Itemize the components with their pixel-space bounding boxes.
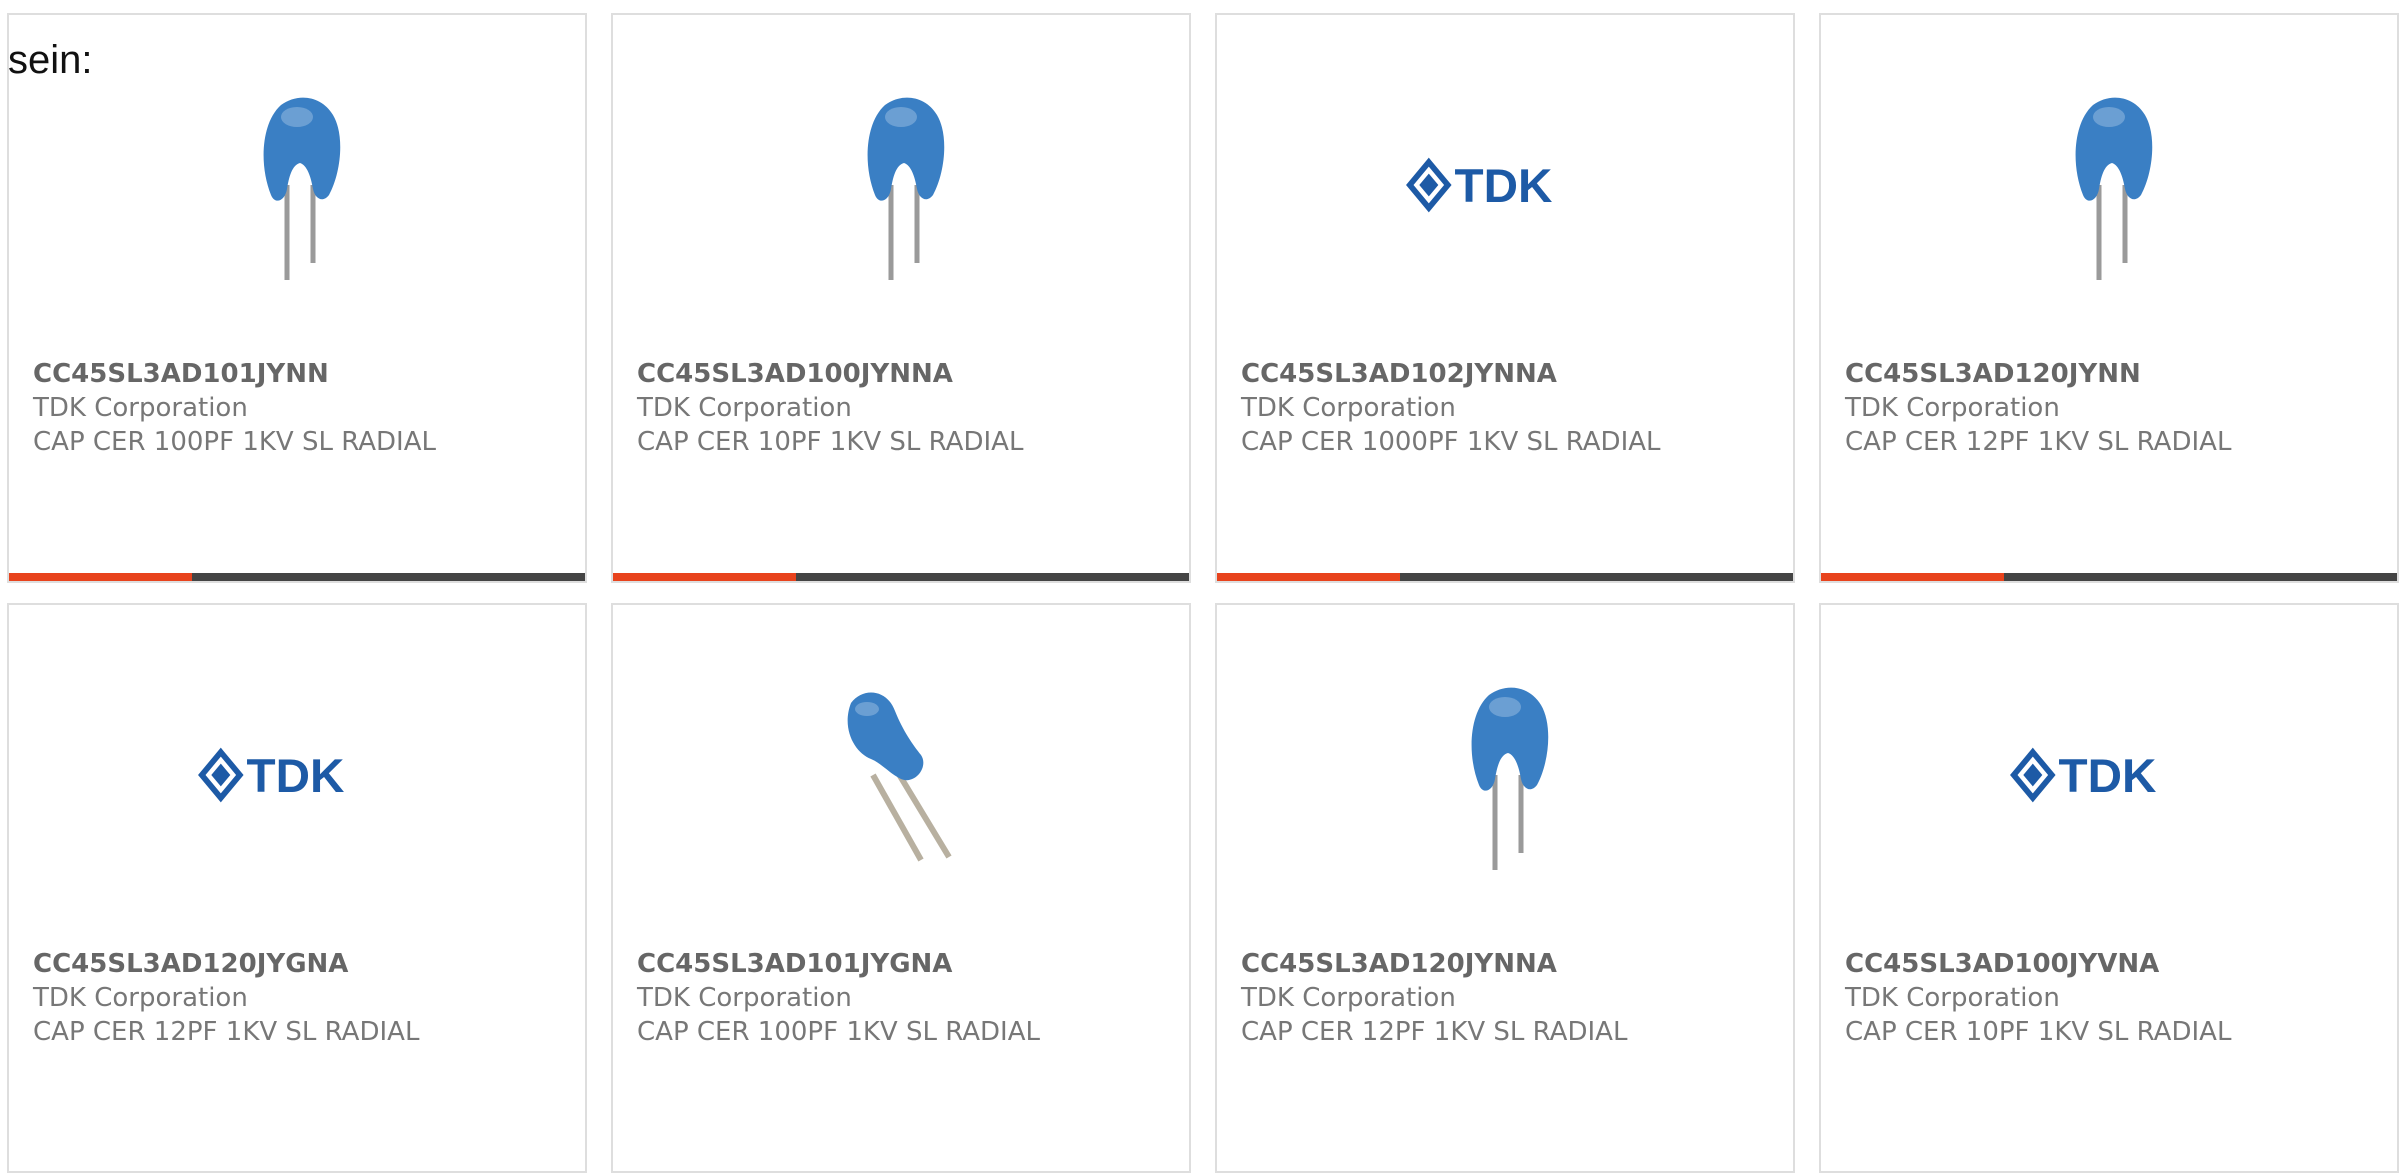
card-progress-bar [9, 573, 585, 581]
capacitor-bent-icon [801, 675, 1001, 875]
product-info: CC45SL3AD120JYNNA TDK Corporation CAP CE… [1241, 947, 1777, 1049]
card-progress-accent [613, 573, 796, 581]
tdk-logo: TDK [2009, 675, 2209, 875]
part-number[interactable]: CC45SL3AD100JYNNA [637, 357, 1173, 391]
product-card[interactable]: TDK CC45SL3AD120JYGNA TDK Corporation CA… [7, 603, 587, 1173]
manufacturer: TDK Corporation [637, 393, 852, 423]
card-progress-bar [613, 573, 1189, 581]
description: CAP CER 12PF 1KV SL RADIAL [1241, 1017, 1628, 1047]
product-info: CC45SL3AD120JYGNA TDK Corporation CAP CE… [33, 947, 569, 1049]
svg-text:TDK: TDK [2059, 750, 2157, 803]
product-card[interactable]: CC45SL3AD120JYNN TDK Corporation CAP CER… [1819, 13, 2399, 583]
card-progress-accent [9, 573, 192, 581]
product-card[interactable]: CC45SL3AD100JYNNA TDK Corporation CAP CE… [611, 13, 1191, 583]
product-card[interactable]: CC45SL3AD101JYNN TDK Corporation CAP CER… [7, 13, 587, 583]
capacitor-icon [1405, 675, 1605, 875]
description: CAP CER 100PF 1KV SL RADIAL [637, 1017, 1040, 1047]
description: CAP CER 12PF 1KV SL RADIAL [1845, 427, 2232, 457]
product-info: CC45SL3AD100JYNNA TDK Corporation CAP CE… [637, 357, 1173, 459]
part-number[interactable]: CC45SL3AD101JYNN [33, 357, 569, 391]
product-info: CC45SL3AD101JYGNA TDK Corporation CAP CE… [637, 947, 1173, 1049]
product-card[interactable]: TDK CC45SL3AD102JYNNA TDK Corporation CA… [1215, 13, 1795, 583]
manufacturer: TDK Corporation [1241, 393, 1456, 423]
description: CAP CER 12PF 1KV SL RADIAL [33, 1017, 420, 1047]
svg-text:TDK: TDK [1455, 160, 1553, 213]
manufacturer: TDK Corporation [1241, 983, 1456, 1013]
manufacturer: TDK Corporation [33, 983, 248, 1013]
product-card[interactable]: CC45SL3AD120JYNNA TDK Corporation CAP CE… [1215, 603, 1795, 1173]
capacitor-icon [801, 85, 1001, 285]
description: CAP CER 1000PF 1KV SL RADIAL [1241, 427, 1661, 457]
description: CAP CER 10PF 1KV SL RADIAL [1845, 1017, 2232, 1047]
part-number[interactable]: CC45SL3AD120JYNNA [1241, 947, 1777, 981]
card-progress-bar [1217, 573, 1793, 581]
part-number[interactable]: CC45SL3AD120JYNN [1845, 357, 2381, 391]
capacitor-icon [197, 85, 397, 285]
description: CAP CER 100PF 1KV SL RADIAL [33, 427, 436, 457]
tdk-logo: TDK [1405, 85, 1605, 285]
tdk-logo: TDK [197, 675, 397, 875]
product-card[interactable]: TDK CC45SL3AD100JYVNA TDK Corporation CA… [1819, 603, 2399, 1173]
card-progress-accent [1217, 573, 1400, 581]
product-info: CC45SL3AD102JYNNA TDK Corporation CAP CE… [1241, 357, 1777, 459]
manufacturer: TDK Corporation [637, 983, 852, 1013]
intro-text: sein: [8, 38, 93, 82]
part-number[interactable]: CC45SL3AD101JYGNA [637, 947, 1173, 981]
card-progress-accent [1821, 573, 2004, 581]
manufacturer: TDK Corporation [33, 393, 248, 423]
card-progress-bar [1821, 573, 2397, 581]
product-card[interactable]: CC45SL3AD101JYGNA TDK Corporation CAP CE… [611, 603, 1191, 1173]
manufacturer: TDK Corporation [1845, 983, 2060, 1013]
capacitor-icon [2009, 85, 2209, 285]
manufacturer: TDK Corporation [1845, 393, 2060, 423]
part-number[interactable]: CC45SL3AD100JYVNA [1845, 947, 2381, 981]
product-info: CC45SL3AD101JYNN TDK Corporation CAP CER… [33, 357, 569, 459]
product-grid: CC45SL3AD101JYNN TDK Corporation CAP CER… [7, 13, 2400, 1173]
svg-text:TDK: TDK [247, 750, 345, 803]
part-number[interactable]: CC45SL3AD102JYNNA [1241, 357, 1777, 391]
product-info: CC45SL3AD100JYVNA TDK Corporation CAP CE… [1845, 947, 2381, 1049]
description: CAP CER 10PF 1KV SL RADIAL [637, 427, 1024, 457]
product-info: CC45SL3AD120JYNN TDK Corporation CAP CER… [1845, 357, 2381, 459]
part-number[interactable]: CC45SL3AD120JYGNA [33, 947, 569, 981]
